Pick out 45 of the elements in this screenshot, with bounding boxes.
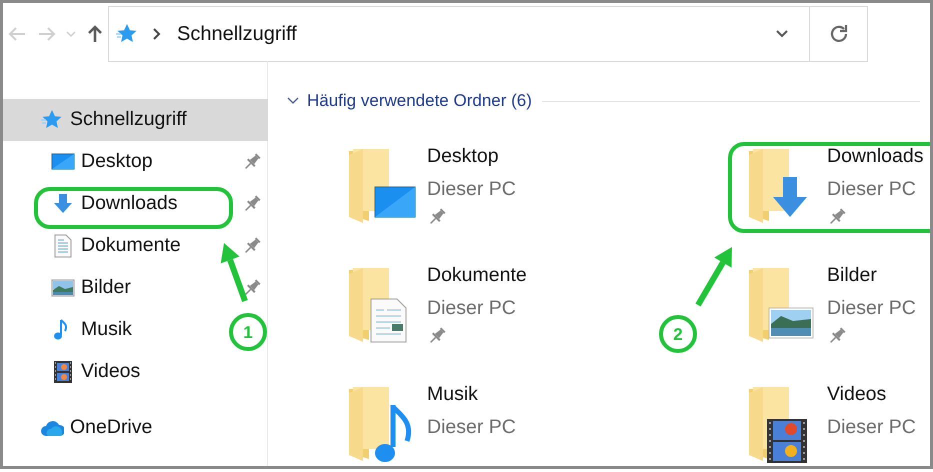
- folder-name: Desktop: [427, 144, 500, 169]
- sidebar-item[interactable]: Dokumente: [3, 225, 268, 267]
- pin-icon: [827, 207, 847, 227]
- folder-tile[interactable]: Downloads Dieser PC: [747, 142, 930, 261]
- folder-tile[interactable]: Dokumente Dieser PC: [347, 261, 577, 380]
- folder-tile[interactable]: Bilder Dieser PC: [747, 261, 930, 380]
- folder-name: Dokumente: [427, 263, 527, 288]
- refresh-icon: [828, 24, 848, 44]
- pin-icon: [827, 326, 847, 346]
- number-circle: [659, 315, 697, 353]
- pointer-arrow: [220, 243, 248, 302]
- address-bar[interactable]: Schnellzugriff: [108, 6, 868, 62]
- pin-icon: [427, 207, 447, 227]
- sidebar-item[interactable]: OneDrive: [3, 407, 225, 449]
- sidebar-item[interactable]: Downloads: [3, 183, 268, 225]
- step-number: 1: [243, 323, 253, 342]
- sidebar-item[interactable]: Bilder: [3, 267, 268, 309]
- folder-location: Dieser PC: [427, 296, 517, 321]
- film-icon: [51, 360, 75, 384]
- pin-icon: [242, 236, 262, 256]
- folder-location: Dieser PC: [827, 296, 916, 321]
- folder-location: Dieser PC: [427, 177, 516, 202]
- sidebar-item[interactable]: Schnellzugriff: [3, 99, 268, 141]
- folder-name: Videos: [827, 382, 888, 407]
- folder-name: Downloads: [827, 144, 924, 169]
- sidebar-item[interactable]: Videos: [3, 351, 225, 393]
- sidebar-item[interactable]: Musik: [3, 309, 225, 351]
- pin-icon: [242, 194, 262, 214]
- pointer-arrow: [695, 247, 732, 307]
- step-number: 2: [673, 325, 683, 344]
- folder-name: Musik: [427, 382, 479, 407]
- folder-tile[interactable]: Videos Dieser PC: [747, 380, 930, 466]
- chevron-icon: [153, 28, 161, 40]
- sidebar-item[interactable]: Desktop: [3, 141, 268, 183]
- address-path: Schnellzugriff: [177, 22, 298, 46]
- folder-name: Bilder: [827, 263, 878, 288]
- folder-tile[interactable]: Desktop Dieser PC: [347, 142, 577, 261]
- folder-tile[interactable]: Musik Dieser PC: [347, 380, 577, 466]
- folder-location: Dieser PC: [827, 415, 916, 440]
- group-header[interactable]: Häufig verwendete Ordner (6): [286, 88, 532, 114]
- folder-location: Dieser PC: [427, 415, 516, 440]
- folder-location: Dieser PC: [827, 177, 917, 202]
- number-circle: [229, 313, 267, 351]
- pin-icon: [242, 152, 262, 172]
- pin-icon: [427, 326, 447, 346]
